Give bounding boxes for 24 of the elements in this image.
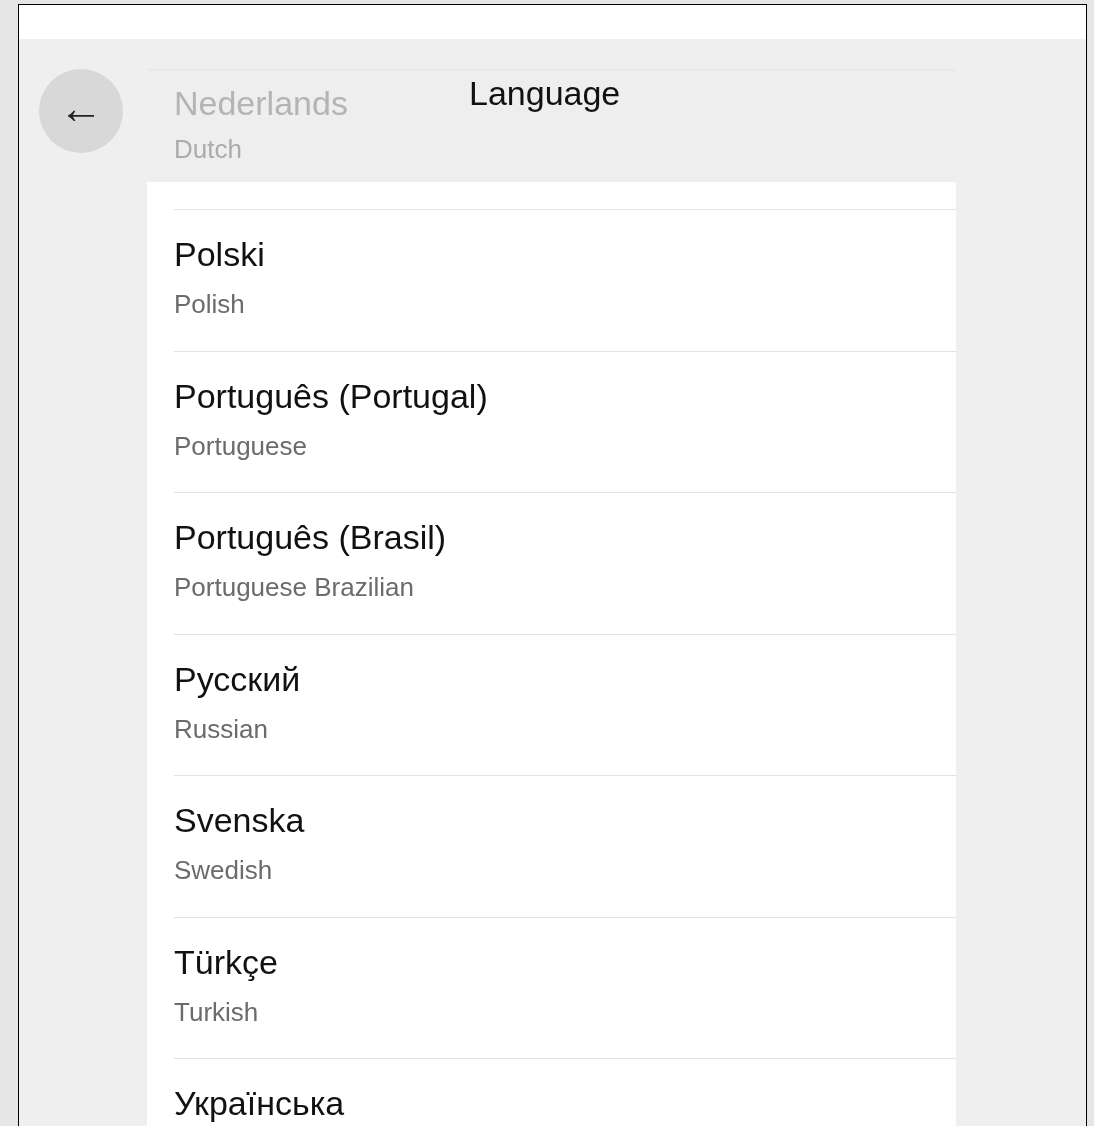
language-english-name: Russian	[174, 712, 268, 745]
language-item[interactable]: Português (Portugal) Portuguese	[174, 350, 956, 492]
language-item[interactable]: Português (Brasil) Portuguese Brazilian	[174, 492, 956, 634]
language-item[interactable]: Polski Polish	[174, 209, 956, 351]
language-english-name: Portuguese Brazilian	[174, 571, 414, 603]
language-name: Русский	[174, 658, 301, 700]
language-name: Nederlands	[174, 83, 348, 123]
language-name: Türkçe	[174, 941, 278, 983]
language-english-name: Dutch	[174, 135, 242, 163]
back-button[interactable]: ←	[39, 69, 123, 153]
language-name: Українська	[174, 1083, 345, 1124]
language-name: Português (Brasil)	[174, 517, 447, 558]
language-name: Polski	[174, 234, 265, 275]
language-english-name: Polish	[174, 288, 245, 320]
language-item[interactable]: Українська	[174, 1058, 956, 1126]
language-name: Svenska	[174, 800, 305, 841]
page-title: Language	[469, 73, 621, 113]
language-english-name: Turkish	[174, 995, 259, 1028]
language-english-name: Portuguese	[174, 429, 307, 462]
language-item[interactable]: Русский Russian	[174, 633, 956, 775]
language-name: Português (Portugal)	[174, 375, 488, 417]
language-item[interactable]: Türkçe Turkish	[174, 916, 956, 1058]
language-item[interactable]: Svenska Swedish	[174, 775, 956, 917]
language-english-name: Swedish	[174, 854, 273, 886]
